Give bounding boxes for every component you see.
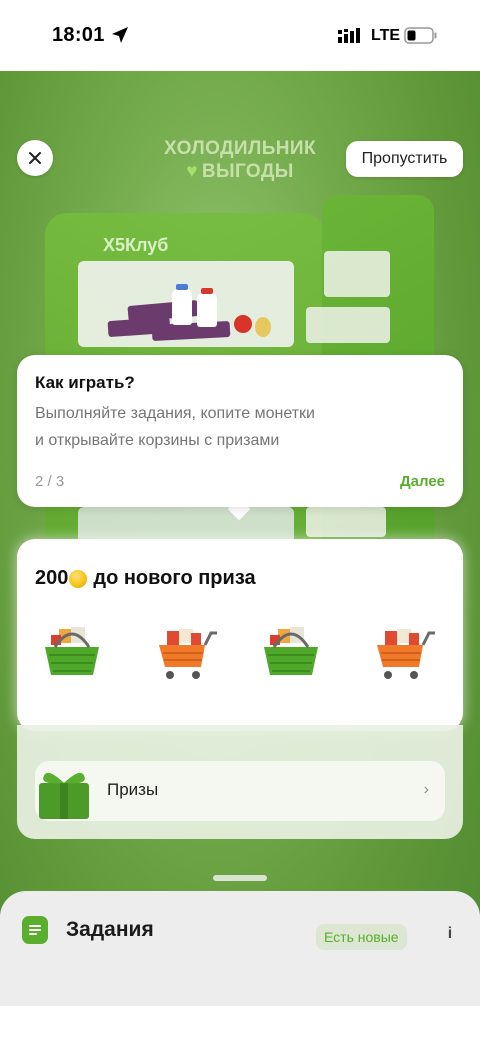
game-area: ХОЛОДИЛЬНИК ♥ ВЫГОДЫ Пропустить Х5Клуб Ка… — [0, 71, 480, 1043]
tasks-title: Задания — [66, 918, 154, 941]
tasks-new-badge: Есть новые — [316, 924, 407, 950]
tooltip-text-line-1: Выполняйте задания, копите монетки — [35, 405, 315, 422]
coins-value: 200 — [35, 567, 69, 589]
tasks-list-icon — [22, 916, 48, 944]
status-time: 18:01 — [52, 24, 105, 46]
info-icon[interactable]: i — [440, 925, 460, 947]
status-bar: 18:01 LTE — [0, 0, 480, 71]
chevron-right-icon: › — [423, 781, 429, 798]
tooltip-text: Выполняйте задания, копите монетки и отк… — [35, 400, 445, 454]
bottle-cap — [201, 288, 213, 294]
door-shelf — [306, 307, 390, 343]
location-arrow-icon — [112, 27, 128, 43]
pear — [255, 317, 271, 337]
green-basket-icon — [264, 627, 318, 675]
skip-button[interactable]: Пропустить — [346, 141, 463, 177]
network-label: LTE — [371, 27, 401, 44]
door-shelf — [324, 251, 390, 297]
logo-line-2-text: ВЫГОДЫ — [201, 161, 294, 182]
milk-bottle — [172, 289, 192, 325]
logo-line-1: ХОЛОДИЛЬНИК — [164, 138, 316, 159]
prizes-label: Призы — [107, 780, 159, 799]
milk-bottle — [197, 293, 217, 327]
orange-cart-icon — [377, 629, 435, 679]
game-logo: ХОЛОДИЛЬНИК ♥ ВЫГОДЫ — [140, 137, 340, 183]
green-basket-icon — [45, 627, 99, 675]
heart-icon: ♥ — [186, 161, 198, 182]
progress-title-suffix: до нового приза — [93, 567, 256, 589]
progress-title: 200 до нового приза — [35, 567, 256, 590]
tooltip-text-line-2: и открывайте корзины с призами — [35, 432, 280, 449]
progress-card: 200 до нового приза — [17, 539, 463, 731]
close-icon — [29, 152, 41, 164]
fridge-brand: Х5Клуб — [103, 235, 169, 255]
drag-handle[interactable] — [213, 875, 267, 881]
next-button[interactable]: Далее — [400, 473, 445, 490]
gift-icon — [39, 772, 89, 819]
orange-cart-icon — [159, 629, 217, 679]
tooltip-step-counter: 2 / 3 — [35, 473, 65, 490]
signal-icon — [338, 28, 360, 43]
logo-line-2: ♥ ВЫГОДЫ — [140, 160, 340, 183]
onboarding-tooltip: Как играть? Выполняйте задания, копите м… — [17, 355, 463, 507]
fridge-shelf — [78, 507, 294, 543]
apple — [234, 315, 252, 333]
battery-icon — [404, 27, 437, 44]
close-button[interactable] — [17, 140, 53, 176]
bottle-cap — [176, 284, 188, 290]
door-shelf — [306, 507, 386, 537]
bottom-area — [0, 1006, 480, 1043]
prizes-row[interactable]: Призы › — [35, 761, 445, 821]
tooltip-title: Как играть? — [35, 373, 135, 392]
coin-icon — [69, 569, 88, 588]
